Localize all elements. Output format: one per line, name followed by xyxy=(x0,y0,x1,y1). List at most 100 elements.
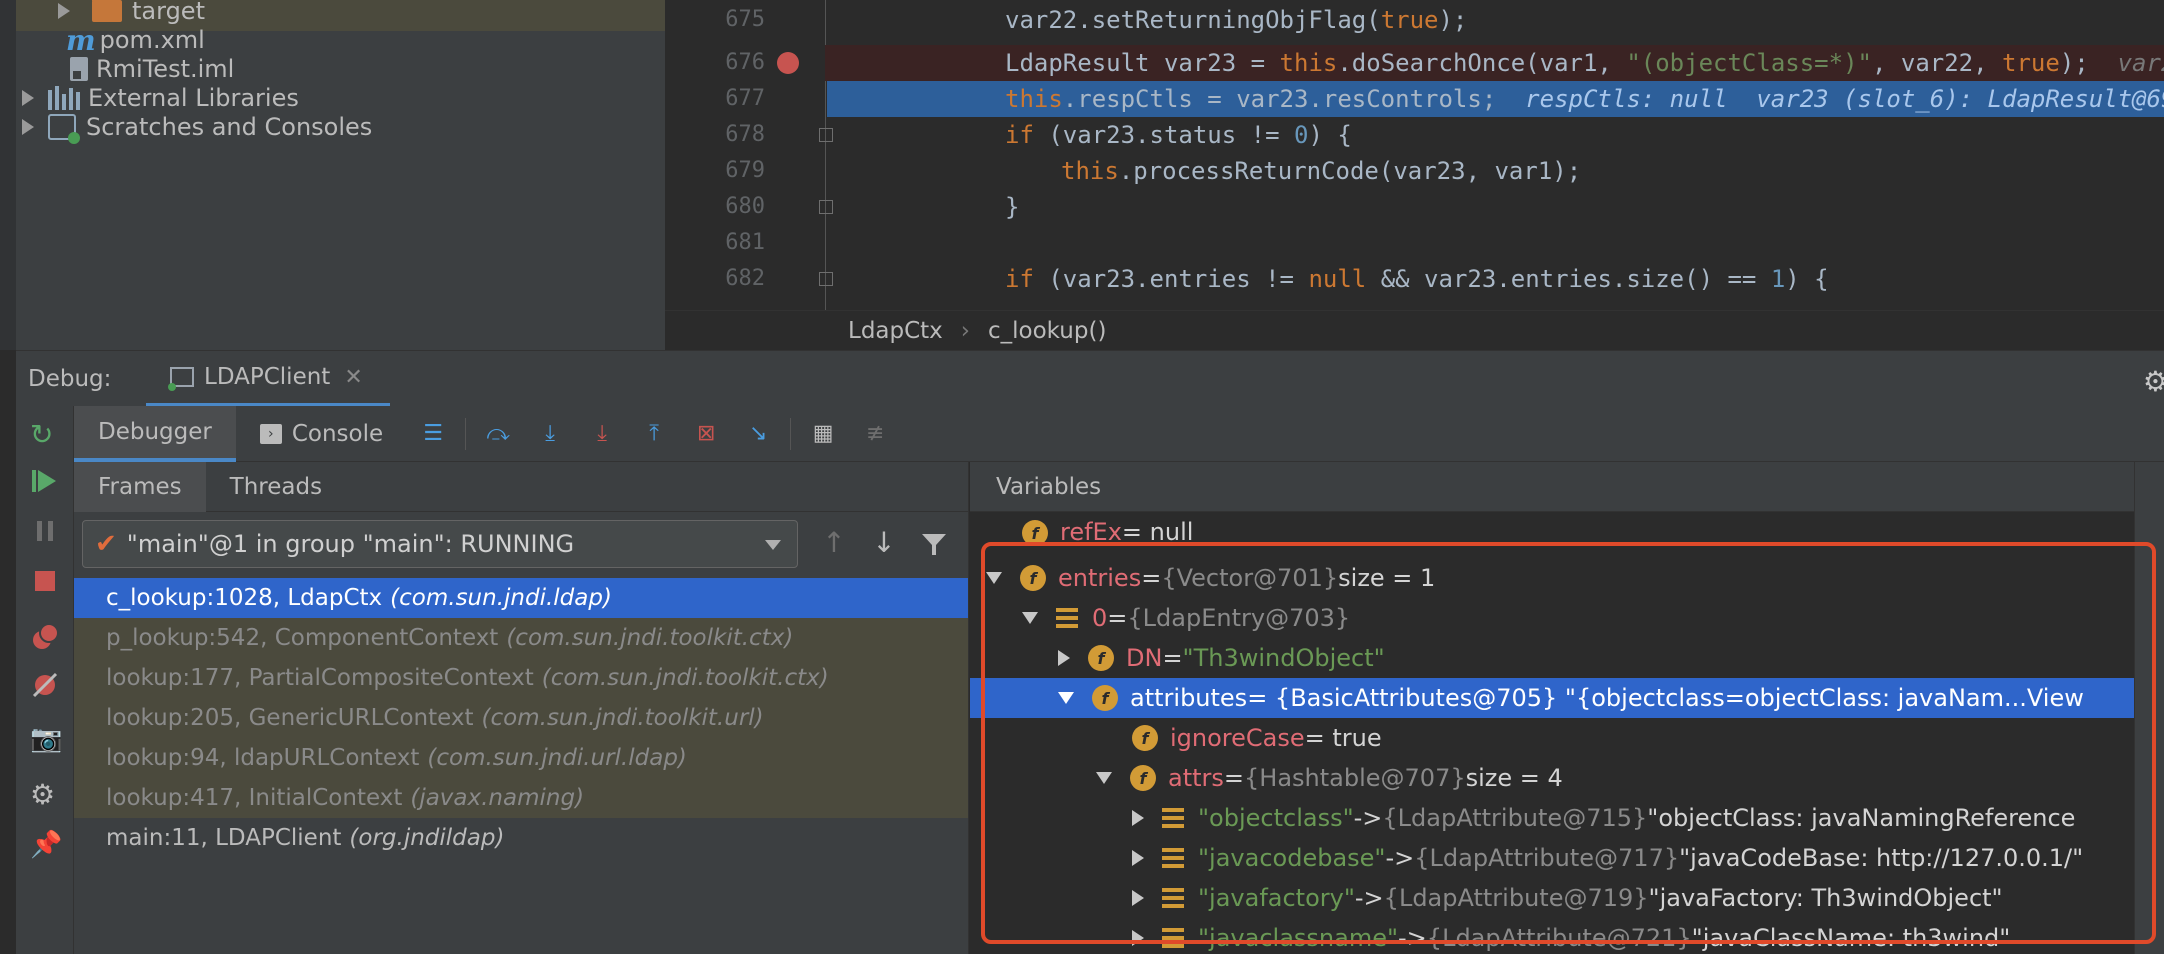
tab-frames-label: Frames xyxy=(98,473,182,500)
fold-marker-icon[interactable] xyxy=(819,128,833,142)
camera-icon[interactable]: 📷 xyxy=(30,724,62,754)
frame-method: c_lookup:1028, LdapCtx xyxy=(106,585,383,611)
debug-session-tab[interactable]: LDAPClient ✕ xyxy=(146,351,390,407)
breadcrumb: LdapCtx › c_lookup() xyxy=(665,310,2164,350)
pin-icon[interactable]: 📌 xyxy=(30,830,62,860)
breadcrumb-separator-icon: › xyxy=(960,317,970,344)
settings-icon[interactable]: ⚙ xyxy=(30,778,60,811)
mute-breakpoints-icon[interactable] xyxy=(30,670,60,700)
run-to-cursor-icon[interactable]: ↘ xyxy=(745,421,771,447)
layout-menu-icon[interactable]: ☰ xyxy=(420,421,446,447)
code-line-676[interactable]: 676 LdapResult var23 = this.doSearchOnce… xyxy=(665,45,2164,81)
frame-package: (com.sun.jndi.url.ldap) xyxy=(427,745,687,771)
rerun-icon[interactable]: ↻ xyxy=(30,418,60,451)
project-tree-panel: target m pom.xml RmiTest.iml External Li… xyxy=(0,0,665,350)
toolbar-separator xyxy=(465,417,467,450)
frame-row[interactable]: lookup:417, InitialContext (javax.naming) xyxy=(74,778,968,818)
tab-debugger[interactable]: Debugger xyxy=(74,405,236,462)
tab-console-label: Console xyxy=(291,420,384,447)
step-over-icon[interactable]: ⤼ xyxy=(485,421,511,447)
next-frame-arrow-icon[interactable]: ↓ xyxy=(866,526,902,562)
code-line-675[interactable]: 675 var22.setReturningObjFlag(true); xyxy=(665,2,2164,38)
tab-debugger-label: Debugger xyxy=(98,418,212,445)
close-tab-icon[interactable]: ✕ xyxy=(344,365,362,390)
frame-package: (org.jndildap) xyxy=(349,825,505,851)
frames-panel: Frames Threads ✔ "main"@1 in group "main… xyxy=(74,462,969,954)
debug-side-toolbar: ↻ 📷 ⚙ 📌 xyxy=(16,406,74,954)
thread-selector-value: "main"@1 in group "main": RUNNING xyxy=(126,530,575,558)
frame-row[interactable]: lookup:94, ldapURLContext (com.sun.jndi.u… xyxy=(74,738,968,778)
project-tree-gutter xyxy=(0,0,16,350)
tree-item-label: Scratches and Consoles xyxy=(86,113,373,141)
code-line-678[interactable]: 678 if (var23.status != 0) { xyxy=(665,117,2164,153)
annotation-highlight-box xyxy=(981,542,2156,944)
frame-row[interactable]: p_lookup:542, ComponentContext (com.sun.j… xyxy=(74,618,968,658)
debug-session-label: LDAPClient xyxy=(204,364,331,390)
line-number: 676 xyxy=(725,50,765,75)
drop-frame-icon[interactable]: ⊠ xyxy=(693,421,719,447)
frame-row[interactable]: lookup:205, GenericURLContext (com.sun.jn… xyxy=(74,698,968,738)
code-line-680[interactable]: 680 } xyxy=(665,189,2164,225)
frame-package: (javax.naming) xyxy=(410,785,585,811)
debug-label: Debug: xyxy=(28,365,112,392)
breakpoint-icon[interactable] xyxy=(777,52,799,74)
line-number: 682 xyxy=(725,266,765,291)
pause-icon[interactable] xyxy=(30,516,60,546)
resume-icon[interactable] xyxy=(30,466,60,496)
frames-tabs: Frames Threads xyxy=(74,462,968,512)
previous-frame-arrow-icon[interactable]: ↑ xyxy=(816,526,852,562)
code-text: var22.setReturningObjFlag(true); xyxy=(1005,6,1468,34)
toolbar-separator xyxy=(790,417,792,450)
checkmark-icon: ✔ xyxy=(95,529,117,559)
line-number: 677 xyxy=(725,86,765,111)
tab-threads-label: Threads xyxy=(229,473,323,500)
frame-method: lookup:205, GenericURLContext xyxy=(106,705,474,731)
code-line-677-current[interactable]: 677 this.respCtls = var23.resControls; r… xyxy=(665,81,2164,117)
step-into-icon[interactable]: ⤓ xyxy=(537,421,563,447)
tab-frames[interactable]: Frames xyxy=(74,462,206,512)
line-number: 681 xyxy=(725,230,765,255)
folder-icon xyxy=(92,0,122,22)
fold-marker-icon[interactable] xyxy=(819,272,833,286)
expand-arrow-icon[interactable] xyxy=(22,90,34,106)
code-line-682[interactable]: 682 if (var23.entries != null && var23.e… xyxy=(665,261,2164,297)
code-line-679[interactable]: 679 this.processReturnCode(var23, var1); xyxy=(665,153,2164,189)
expand-arrow-icon[interactable] xyxy=(22,119,34,135)
frame-method: main:11, LDAPClient xyxy=(106,825,342,851)
line-number: 675 xyxy=(725,7,765,32)
line-number: 678 xyxy=(725,122,765,147)
expand-arrow-icon[interactable] xyxy=(58,3,70,19)
stop-icon[interactable] xyxy=(30,566,60,596)
force-step-into-icon[interactable]: ⤓ xyxy=(589,421,615,447)
tab-threads[interactable]: Threads xyxy=(206,462,346,512)
filter-icon[interactable] xyxy=(916,526,952,562)
frame-method: lookup:94, ldapURLContext xyxy=(106,745,420,771)
frame-method: lookup:177, PartialCompositeContext xyxy=(106,665,534,691)
breadcrumb-method[interactable]: c_lookup() xyxy=(988,318,1106,344)
settings-gear-icon[interactable]: ⚙ xyxy=(2143,365,2164,398)
run-config-icon xyxy=(168,367,194,391)
breadcrumb-class[interactable]: LdapCtx xyxy=(848,318,943,344)
frame-package: (com.sun.jndi.toolkit.ctx) xyxy=(541,665,829,691)
code-editor[interactable]: 675 var22.setReturningObjFlag(true); 676… xyxy=(665,0,2164,310)
console-icon: › xyxy=(259,423,282,444)
frame-package: (com.sun.jndi.toolkit.url) xyxy=(481,705,764,731)
trace-icon[interactable]: ≢ xyxy=(862,421,888,447)
frame-method: lookup:417, InitialContext xyxy=(106,785,403,811)
thread-selector[interactable]: ✔ "main"@1 in group "main": RUNNING xyxy=(82,520,798,568)
frame-row[interactable]: main:11, LDAPClient (org.jndildap) xyxy=(74,818,968,858)
variables-title: Variables xyxy=(970,462,2134,512)
tree-item-scratches[interactable]: Scratches and Consoles xyxy=(16,107,665,147)
fold-marker-icon[interactable] xyxy=(819,200,833,214)
tab-console[interactable]: › Console xyxy=(236,406,407,462)
debug-window-header: Debug: LDAPClient ✕ ⚙ xyxy=(16,350,2164,407)
frame-row[interactable]: c_lookup:1028, LdapCtx (com.sun.jndi.ldap… xyxy=(74,578,968,618)
frame-row[interactable]: lookup:177, PartialCompositeContext (com.… xyxy=(74,658,968,698)
line-number: 679 xyxy=(725,158,765,183)
code-line-681[interactable]: 681 xyxy=(665,225,2164,261)
variables-title-label: Variables xyxy=(996,473,1102,500)
step-out-icon[interactable]: ⤒ xyxy=(641,421,667,447)
evaluate-expression-icon[interactable]: ▦ xyxy=(810,421,836,447)
code-text: this.processReturnCode(var23, var1); xyxy=(1061,157,1582,185)
view-breakpoints-icon[interactable] xyxy=(30,622,60,652)
